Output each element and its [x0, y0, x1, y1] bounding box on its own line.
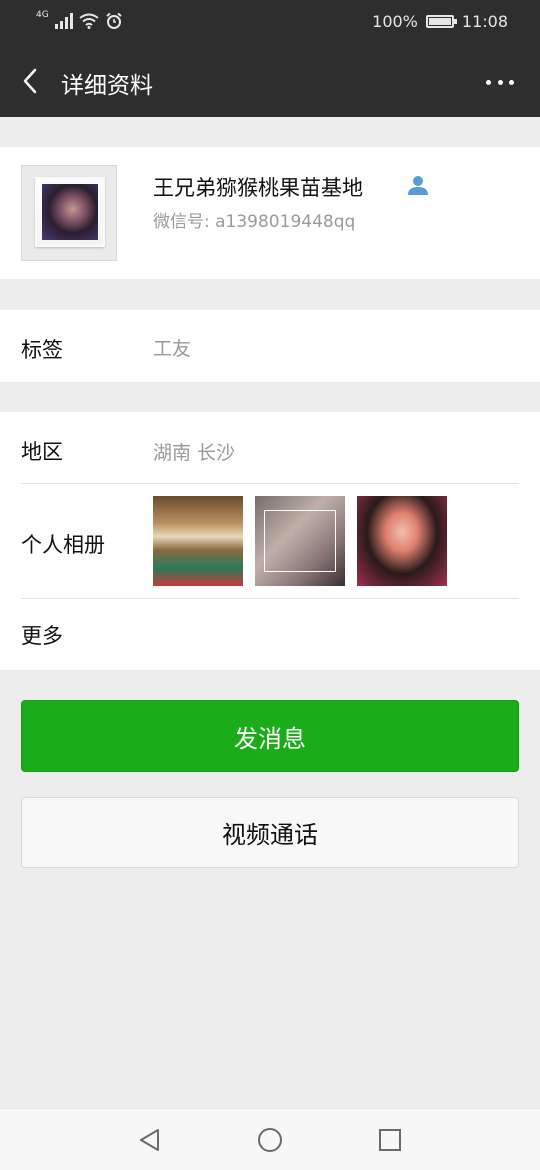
- tags-row[interactable]: 标签 工友: [0, 310, 540, 382]
- status-left: 4G: [36, 10, 123, 30]
- more-options-button[interactable]: [480, 70, 520, 94]
- contact-nickname: 王兄弟猕猴桃果苗基地: [153, 176, 363, 200]
- tags-label: 标签: [21, 338, 63, 362]
- album-photo[interactable]: [255, 496, 345, 586]
- battery-percent: 100%: [372, 12, 418, 31]
- tags-value: 工友: [153, 338, 192, 360]
- divider: [21, 598, 519, 599]
- nav-back-icon[interactable]: [136, 1126, 164, 1154]
- video-call-button[interactable]: 视频通话: [21, 797, 519, 868]
- clock: 11:08: [461, 12, 508, 31]
- top-app-bar: 详细资料: [0, 46, 540, 117]
- back-icon: [23, 68, 37, 94]
- alarm-icon: [106, 12, 122, 29]
- album-label: 个人相册: [21, 533, 105, 557]
- battery-icon: [425, 15, 457, 28]
- status-bar: 4G 100% 11:08: [0, 0, 540, 46]
- wechat-id: 微信号: a1398019448qq: [153, 212, 356, 232]
- contact-icon: [408, 176, 428, 195]
- more-dot: [497, 79, 503, 85]
- wifi-icon: [79, 13, 99, 29]
- album-photo[interactable]: [357, 496, 447, 586]
- back-button[interactable]: [12, 60, 52, 100]
- signal-icon: [54, 13, 73, 29]
- send-message-button[interactable]: 发消息: [21, 700, 519, 772]
- avatar-photo: [42, 184, 98, 240]
- system-nav-bar: [0, 1108, 540, 1170]
- divider: [21, 483, 519, 484]
- nav-recent-icon[interactable]: [376, 1126, 404, 1154]
- page-title: 详细资料: [61, 73, 153, 99]
- more-icon: [486, 79, 491, 85]
- region-value: 湖南 长沙: [153, 442, 236, 464]
- region-label: 地区: [21, 440, 63, 464]
- network-type: 4G: [36, 10, 49, 20]
- nav-home-icon[interactable]: [256, 1126, 284, 1154]
- status-right: 100% 11:08: [372, 12, 508, 31]
- info-card: 地区 湖南 长沙 个人相册 更多: [0, 412, 540, 670]
- profile-card: 王兄弟猕猴桃果苗基地 微信号: a1398019448qq: [0, 147, 540, 279]
- avatar[interactable]: [21, 165, 117, 261]
- more-row[interactable]: 更多: [21, 620, 63, 650]
- more-dot: [509, 79, 514, 85]
- avatar-frame: [35, 177, 105, 247]
- album-photo[interactable]: [153, 496, 243, 586]
- photo-frame: [264, 510, 336, 572]
